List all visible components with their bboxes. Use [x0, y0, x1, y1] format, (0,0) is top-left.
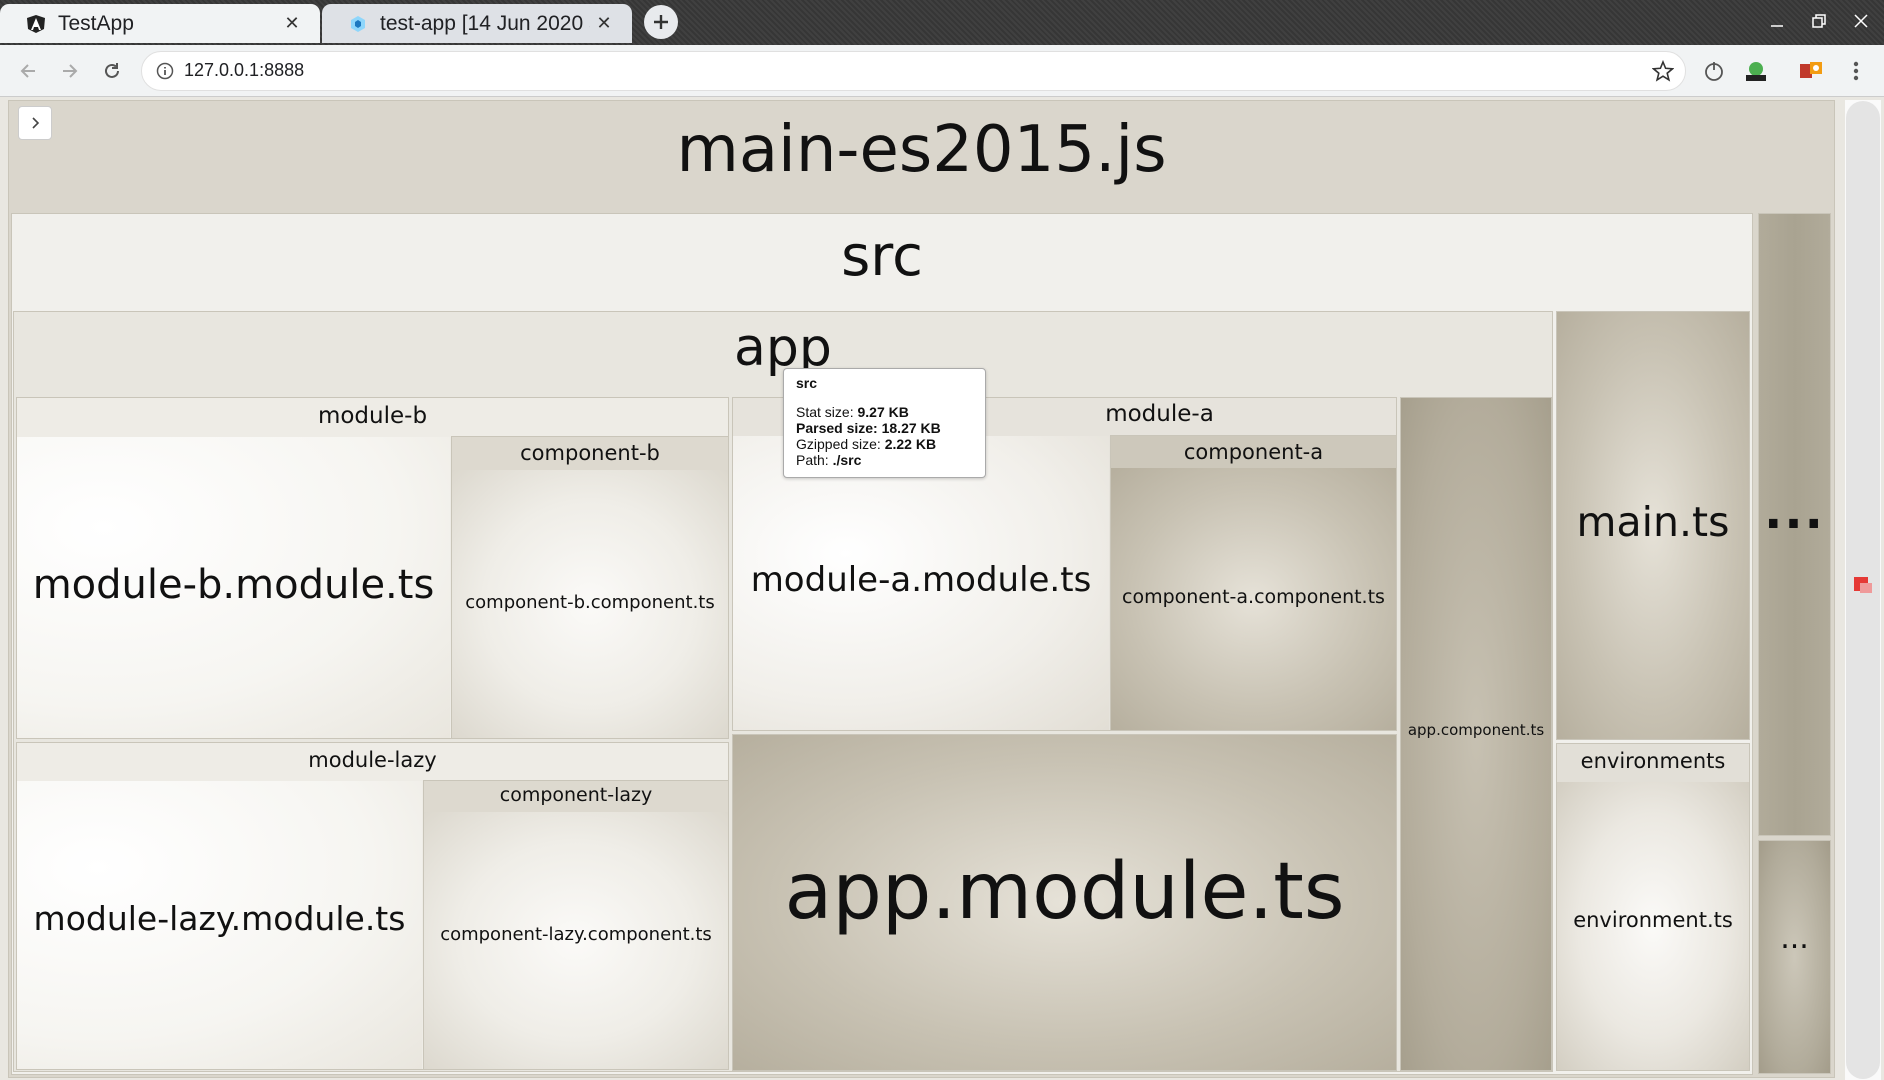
minimize-button[interactable] [1757, 4, 1797, 38]
node-label: module-lazy [308, 748, 437, 772]
treemap-leaf-component-b-component[interactable]: component-b.component.ts [452, 470, 728, 738]
tab-title: TestApp [58, 11, 134, 35]
reload-button[interactable] [96, 55, 128, 87]
tab-title: test-app [14 Jun 2020 a [380, 11, 590, 35]
forward-arrow-icon [63, 64, 78, 78]
url-text: 127.0.0.1:8888 [184, 60, 305, 80]
node-label: component-b [520, 441, 660, 465]
close-icon [1854, 14, 1868, 28]
treemap-leaf-module-a-module[interactable]: module-a.module.ts [733, 436, 1109, 730]
treemap-node-more-bottom[interactable]: ... [1758, 840, 1831, 1074]
tooltip-gzip-size: Gzipped size: 2.22 KB [796, 436, 973, 452]
chevron-right-icon [32, 117, 40, 129]
tooltip-title: src [796, 375, 818, 391]
node-label: app.module.ts [784, 847, 1345, 937]
info-icon[interactable] [156, 62, 174, 84]
close-icon[interactable]: ✕ [590, 10, 618, 38]
node-label: src [841, 224, 923, 289]
parsed-size-label: Parsed size: [796, 420, 878, 436]
tab-testapp[interactable]: TestApp ✕ [0, 4, 320, 43]
node-label: module-a [1105, 401, 1214, 427]
treemap-leaf-component-lazy-component[interactable]: component-lazy.component.ts [424, 812, 728, 1069]
plus-icon [654, 15, 668, 29]
restore-icon [1812, 14, 1826, 28]
back-button[interactable] [12, 55, 44, 87]
treemap-leaf-main[interactable]: main.ts [1556, 311, 1750, 740]
stat-size-label: Stat size: [796, 404, 854, 420]
path-label: Path: [796, 452, 829, 468]
bookmark-star-icon[interactable] [1651, 59, 1675, 86]
gzip-size-value: 2.22 KB [884, 436, 937, 452]
node-label: module-a.module.ts [750, 560, 1092, 600]
node-label: environments [1580, 749, 1726, 773]
extension-html-icon[interactable] [1740, 55, 1772, 87]
treemap-leaf-module-lazy-module[interactable]: module-lazy.module.ts [17, 781, 422, 1069]
node-label: main-es2015.js [676, 113, 1167, 187]
treemap-leaf-environment[interactable]: environment.ts [1557, 782, 1749, 1070]
browser-toolbar: 127.0.0.1:8888 [0, 45, 1884, 97]
node-label: component-lazy [499, 784, 653, 806]
node-label: component-b.component.ts [465, 592, 715, 613]
new-tab-button[interactable] [644, 5, 678, 39]
reload-icon [105, 63, 119, 78]
extension-power-icon[interactable] [1698, 55, 1730, 87]
close-icon[interactable]: ✕ [278, 10, 306, 38]
tooltip-parsed-size: Parsed size: 18.27 KB [796, 420, 973, 436]
tab-strip: TestApp ✕ test-app [14 Jun 2020 a ✕ [0, 0, 1884, 45]
node-label: component-lazy.component.ts [440, 924, 712, 945]
back-arrow-icon [20, 64, 35, 78]
node-label: module-lazy.module.ts [33, 899, 406, 938]
extension-badge-icon[interactable] [1852, 574, 1874, 600]
close-window-button[interactable] [1841, 4, 1881, 38]
address-bar[interactable]: 127.0.0.1:8888 [141, 51, 1686, 91]
gzip-size-label: Gzipped size: [796, 436, 881, 452]
webpack-icon [348, 14, 368, 34]
minimize-icon [1771, 25, 1783, 27]
treemap-node-more-top[interactable]: ... [1758, 213, 1831, 836]
node-label: app.component.ts [1407, 721, 1545, 739]
node-label: component-a.component.ts [1122, 586, 1385, 608]
forward-button[interactable] [54, 55, 86, 87]
restore-button[interactable] [1799, 4, 1839, 38]
treemap-leaf-app-module[interactable]: app.module.ts [732, 734, 1397, 1071]
node-label: ... [1764, 484, 1825, 540]
treemap-leaf-app-component[interactable]: app.component.ts [1400, 397, 1552, 1071]
angular-icon [26, 14, 46, 34]
node-tooltip: src Stat size: 9.27 KB Parsed size: 18.2… [783, 368, 986, 478]
node-label: module-b [317, 403, 428, 429]
treemap-leaf-module-b-module[interactable]: module-b.module.ts [17, 437, 450, 738]
path-value: ./src [832, 452, 862, 468]
menu-kebab-icon[interactable] [1840, 55, 1872, 87]
tab-test-app-report[interactable]: test-app [14 Jun 2020 a ✕ [322, 4, 632, 43]
tooltip-path: Path: ./src [796, 452, 973, 468]
node-label: environment.ts [1573, 908, 1733, 932]
treemap-leaf-component-a-component[interactable]: component-a.component.ts [1111, 468, 1396, 730]
tooltip-stat-size: Stat size: 9.27 KB [796, 404, 973, 420]
extension-profile-icon[interactable] [1795, 55, 1827, 87]
parsed-size-value: 18.27 KB [881, 420, 941, 436]
sidebar-toggle-button[interactable] [18, 106, 52, 140]
stat-size-value: 9.27 KB [857, 404, 909, 420]
node-label: main.ts [1576, 498, 1730, 546]
node-label: ... [1780, 921, 1809, 956]
node-label: component-a [1183, 440, 1324, 464]
node-label: module-b.module.ts [32, 562, 435, 608]
